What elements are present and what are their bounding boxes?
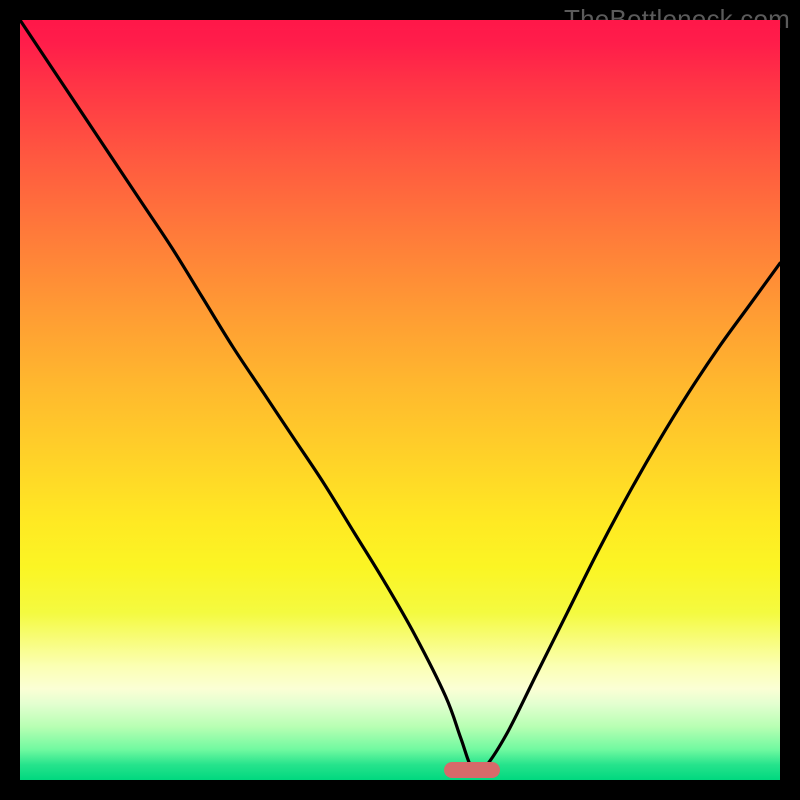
- chart-container: TheBottleneck.com: [0, 0, 800, 800]
- curve-path: [20, 20, 780, 773]
- plot-area: [20, 20, 780, 780]
- bottleneck-curve: [20, 20, 780, 780]
- optimal-zone-marker: [444, 762, 500, 778]
